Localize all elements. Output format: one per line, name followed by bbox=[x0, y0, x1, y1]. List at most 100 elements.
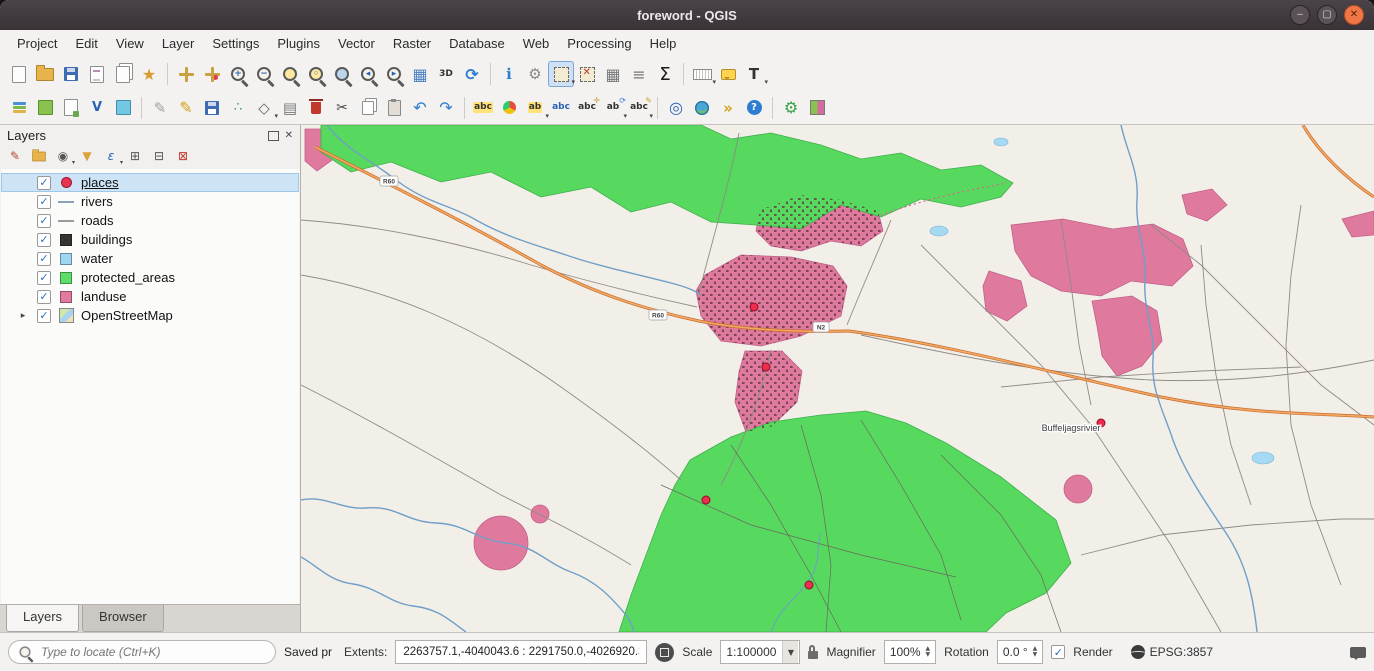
menu-view[interactable]: View bbox=[107, 32, 153, 55]
layer-checkbox-places[interactable]: ✓ bbox=[37, 176, 51, 190]
panel-close-icon[interactable]: ✕ bbox=[285, 130, 293, 141]
crs-status-button[interactable]: EPSG:3857 bbox=[1131, 645, 1213, 659]
layer-row-openstreetmap[interactable]: ▸ ✓ OpenStreetMap bbox=[1, 306, 299, 325]
add-group-button[interactable] bbox=[28, 146, 50, 166]
expand-arrow-icon[interactable]: ▸ bbox=[15, 311, 31, 321]
new-print-layout-button[interactable] bbox=[84, 61, 110, 87]
remove-layer-button[interactable]: ⊠ bbox=[172, 146, 194, 166]
processing-toolbox-button[interactable]: ⚙ bbox=[778, 95, 804, 121]
pan-to-selection-button[interactable] bbox=[199, 61, 225, 87]
expand-all-button[interactable]: ⊞ bbox=[124, 146, 146, 166]
layer-label-places[interactable]: places bbox=[81, 175, 119, 190]
layer-checkbox-water[interactable]: ✓ bbox=[37, 252, 51, 266]
layer-label-water[interactable]: water bbox=[81, 251, 113, 266]
zoom-last-button[interactable]: ◂ bbox=[355, 61, 381, 87]
layer-checkbox-rivers[interactable]: ✓ bbox=[37, 195, 51, 209]
save-project-button[interactable] bbox=[58, 61, 84, 87]
messages-bubble-icon[interactable] bbox=[1350, 647, 1366, 658]
layer-label-landuse[interactable]: landuse bbox=[81, 289, 127, 304]
toggle-editing-button[interactable]: ✎ bbox=[173, 95, 199, 121]
lock-icon[interactable] bbox=[808, 651, 818, 659]
zoom-next-button[interactable]: ▸ bbox=[381, 61, 407, 87]
layer-diagram-options-button[interactable] bbox=[496, 95, 522, 121]
layer-row-buildings[interactable]: ✓ buildings bbox=[1, 230, 299, 249]
undo-button[interactable]: ↶ bbox=[407, 95, 433, 121]
layer-label-openstreetmap[interactable]: OpenStreetMap bbox=[81, 308, 173, 323]
layer-checkbox-buildings[interactable]: ✓ bbox=[37, 233, 51, 247]
cut-features-button[interactable]: ✂ bbox=[329, 95, 355, 121]
magnifier-spinbox[interactable]: 100% ▲▼ bbox=[884, 640, 936, 664]
menu-vector[interactable]: Vector bbox=[329, 32, 384, 55]
pan-map-button[interactable] bbox=[173, 61, 199, 87]
select-features-button[interactable]: ▾ bbox=[548, 61, 574, 87]
maximize-button[interactable]: ▢ bbox=[1317, 5, 1337, 25]
new-virtual-layer-button[interactable]: V bbox=[84, 95, 110, 121]
menu-plugins[interactable]: Plugins bbox=[268, 32, 329, 55]
open-data-source-manager-button[interactable] bbox=[6, 95, 32, 121]
close-button[interactable]: ✕ bbox=[1344, 5, 1364, 25]
spinner-arrows-icon[interactable]: ▲▼ bbox=[926, 646, 931, 658]
layer-checkbox-openstreetmap[interactable]: ✓ bbox=[37, 309, 51, 323]
filter-legend-button[interactable]: ▼ bbox=[76, 146, 98, 166]
chevron-down-icon[interactable]: ▾ bbox=[764, 78, 768, 86]
pin-labels-button[interactable]: ab▾ bbox=[522, 95, 548, 121]
new-project-button[interactable] bbox=[6, 61, 32, 87]
menu-database[interactable]: Database bbox=[440, 32, 514, 55]
layer-row-roads[interactable]: ✓ roads bbox=[1, 211, 299, 230]
refresh-button[interactable]: ⟳ bbox=[459, 61, 485, 87]
menu-project[interactable]: Project bbox=[8, 32, 66, 55]
tab-browser[interactable]: Browser bbox=[82, 605, 164, 632]
show-layout-manager-button[interactable] bbox=[110, 61, 136, 87]
chevron-down-icon[interactable]: ▾ bbox=[72, 159, 75, 166]
collapse-all-button[interactable]: ⊟ bbox=[148, 146, 170, 166]
layer-checkbox-roads[interactable]: ✓ bbox=[37, 214, 51, 228]
new-spatialite-layer-button[interactable] bbox=[110, 95, 136, 121]
layer-labeling-options-button[interactable]: abc bbox=[470, 95, 496, 121]
deselect-features-button[interactable]: ✕ bbox=[574, 61, 600, 87]
new-geopackage-layer-button[interactable] bbox=[32, 95, 58, 121]
menu-raster[interactable]: Raster bbox=[384, 32, 440, 55]
menu-web[interactable]: Web bbox=[514, 32, 559, 55]
zoom-to-layer-button[interactable] bbox=[329, 61, 355, 87]
delete-selected-button[interactable] bbox=[303, 95, 329, 121]
field-calculator-button[interactable]: ≡ bbox=[626, 61, 652, 87]
menu-settings[interactable]: Settings bbox=[203, 32, 268, 55]
menu-edit[interactable]: Edit bbox=[66, 32, 106, 55]
layer-label-protected-areas[interactable]: protected_areas bbox=[81, 270, 175, 285]
rotation-spinbox[interactable]: 0.0 ° ▲▼ bbox=[997, 640, 1043, 664]
zoom-full-button[interactable] bbox=[277, 61, 303, 87]
layer-label-rivers[interactable]: rivers bbox=[81, 194, 113, 209]
locate-box[interactable] bbox=[8, 640, 276, 664]
modify-attributes-button[interactable]: ▤ bbox=[277, 95, 303, 121]
extents-box[interactable] bbox=[395, 640, 647, 664]
metasearch-button[interactable]: ◎ bbox=[663, 95, 689, 121]
spinner-arrows-icon[interactable]: ▲▼ bbox=[1033, 646, 1038, 658]
paste-features-button[interactable] bbox=[381, 95, 407, 121]
layer-checkbox-protected-areas[interactable]: ✓ bbox=[37, 271, 51, 285]
copy-features-button[interactable] bbox=[355, 95, 381, 121]
new-3d-map-view-button[interactable]: 3D bbox=[433, 61, 459, 87]
menu-help[interactable]: Help bbox=[641, 32, 686, 55]
layer-row-protected-areas[interactable]: ✓ protected_areas bbox=[1, 268, 299, 287]
rotate-label-button[interactable]: ab⟳▾ bbox=[600, 95, 626, 121]
minimize-button[interactable]: – bbox=[1290, 5, 1310, 25]
render-checkbox[interactable]: ✓ bbox=[1051, 645, 1065, 659]
highlight-pinned-labels-button[interactable]: abc bbox=[548, 95, 574, 121]
help-contents-button[interactable]: ? bbox=[741, 95, 767, 121]
change-label-properties-button[interactable]: abc✎▾ bbox=[626, 95, 652, 121]
new-map-view-button[interactable]: ▦ bbox=[407, 61, 433, 87]
manage-map-themes-button[interactable]: ◉▾ bbox=[52, 146, 74, 166]
menu-layer[interactable]: Layer bbox=[153, 32, 204, 55]
layer-row-landuse[interactable]: ✓ landuse bbox=[1, 287, 299, 306]
current-edits-button[interactable]: ✎ bbox=[147, 95, 173, 121]
python-console-button[interactable]: » bbox=[715, 95, 741, 121]
title-bar[interactable]: foreword - QGIS – ▢ ✕ bbox=[0, 0, 1374, 30]
text-annotation-button[interactable]: T▾ bbox=[741, 61, 767, 87]
run-feature-action-button[interactable]: ⚙ bbox=[522, 61, 548, 87]
layer-label-buildings[interactable]: buildings bbox=[81, 232, 132, 247]
layer-checkbox-landuse[interactable]: ✓ bbox=[37, 290, 51, 304]
layer-label-roads[interactable]: roads bbox=[81, 213, 114, 228]
scale-combo[interactable]: 1:100000 ▼ bbox=[720, 640, 800, 664]
locate-input[interactable] bbox=[39, 644, 266, 660]
style-manager-button[interactable]: ★ bbox=[136, 61, 162, 87]
